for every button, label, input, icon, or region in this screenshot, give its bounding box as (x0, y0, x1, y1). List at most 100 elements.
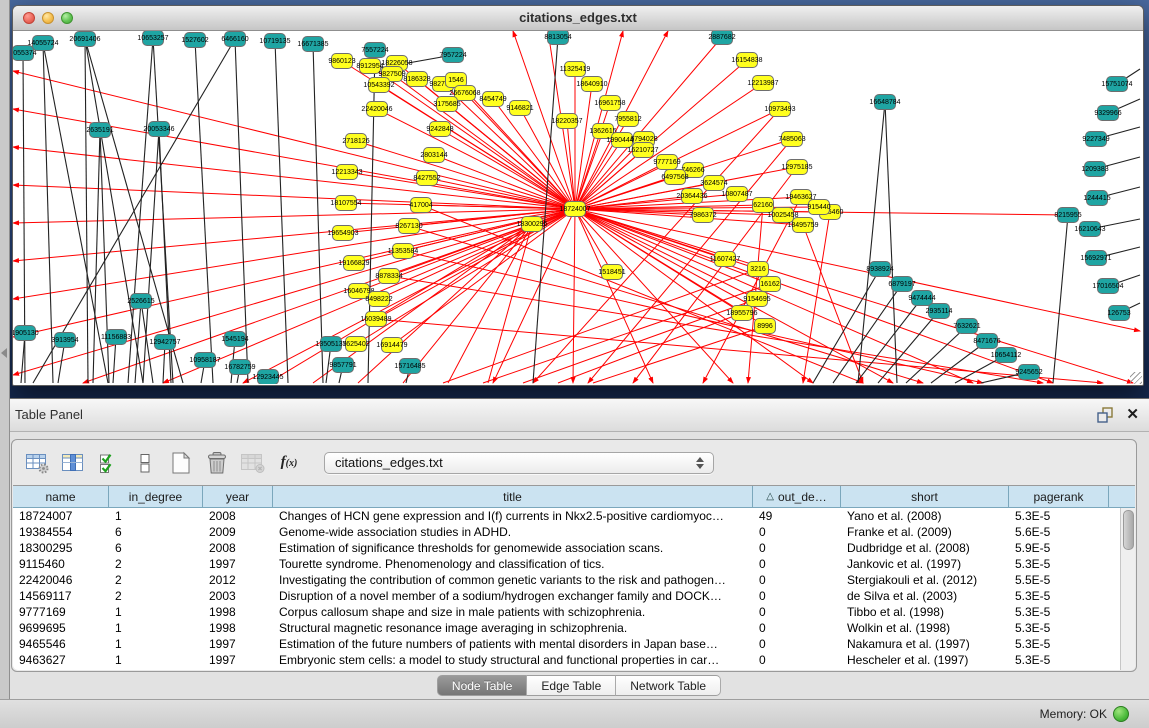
scrollbar-thumb[interactable] (1123, 510, 1134, 550)
graph-node-teal[interactable]: 11156883 (101, 330, 131, 345)
graph-node-teal[interactable]: 126753 (1107, 306, 1130, 321)
table-settings-icon[interactable] (22, 449, 52, 477)
graph-node-yellow[interactable]: 19166829 (338, 256, 369, 271)
clear-row-selection-icon[interactable] (130, 449, 160, 477)
table-row[interactable]: 911546021997Tourette syndrome. Phenomeno… (13, 556, 1135, 572)
graph-node-yellow[interactable]: 11325419 (560, 62, 591, 77)
graph-node-yellow[interactable]: 9146821 (506, 101, 533, 116)
table-selector-dropdown[interactable]: citations_edges.txt (324, 452, 714, 474)
graph-node-yellow[interactable]: 62160 (753, 198, 774, 213)
graph-node-yellow[interactable]: 16961758 (594, 96, 625, 111)
graph-node-yellow[interactable]: 7986372 (689, 208, 716, 223)
column-header-indeg[interactable]: in_degree (109, 486, 203, 507)
graph-node-teal[interactable]: 16648784 (869, 95, 900, 110)
graph-node-teal[interactable]: 2635191 (86, 123, 113, 138)
graph-node-teal[interactable]: 6466160 (221, 32, 248, 47)
graph-node-yellow[interactable]: 18220357 (551, 114, 582, 129)
column-header-outdeg[interactable]: △out_de… (753, 486, 841, 507)
graph-node-teal[interactable]: 9245652 (1015, 365, 1042, 380)
graph-node-teal[interactable]: 16671385 (297, 37, 328, 52)
graph-node-yellow[interactable]: 11607427 (710, 252, 741, 267)
graph-node-yellow[interactable]: 8186328 (403, 72, 430, 87)
graph-node-teal[interactable]: 2887682 (708, 31, 735, 45)
graph-node-teal[interactable]: 7632621 (953, 319, 980, 334)
graph-node-teal[interactable]: 2935114 (926, 304, 953, 319)
graph-node-yellow[interactable]: 6497568 (661, 170, 688, 185)
graph-node-yellow[interactable]: 16154838 (731, 53, 762, 68)
graph-node-teal[interactable]: 15692971 (1080, 251, 1111, 266)
memory-indicator-icon[interactable] (1113, 706, 1129, 722)
delete-rows-icon[interactable] (202, 449, 232, 477)
function-builder-icon[interactable]: f(x) (274, 449, 304, 477)
table-row[interactable]: 1938455462009Genome-wide association stu… (13, 524, 1135, 540)
graph-node-yellow[interactable]: 2718126 (342, 134, 369, 149)
close-panel-icon[interactable]: ✕ (1126, 405, 1139, 423)
graph-node-teal[interactable]: 2526615 (127, 294, 154, 309)
select-all-rows-icon[interactable] (94, 449, 124, 477)
table-row[interactable]: 946362711997Embryonic stem cells: a mode… (13, 652, 1135, 668)
graph-node-yellow[interactable]: 12975185 (781, 160, 812, 175)
column-header-short[interactable]: short (841, 486, 1009, 507)
float-panel-icon[interactable] (1097, 407, 1113, 423)
graph-node-yellow[interactable]: 18107554 (330, 196, 361, 211)
graph-node-yellow[interactable]: 3624574 (700, 176, 727, 191)
graph-node-teal[interactable]: 1527602 (181, 33, 208, 48)
network-window[interactable]: citations_edges.txt 98601238912954182260… (12, 5, 1144, 386)
graph-node-teal[interactable]: 17016504 (1092, 279, 1123, 294)
graph-node-teal[interactable]: 1545194 (221, 332, 248, 347)
graph-node-teal[interactable]: 20691406 (69, 32, 100, 47)
graph-node-yellow[interactable]: 8454749 (479, 92, 506, 107)
graph-node-yellow[interactable]: 9154695 (743, 292, 770, 307)
tab-node-table[interactable]: Node Table (437, 675, 528, 696)
graph-node-yellow[interactable]: 8878334 (375, 269, 402, 284)
graph-node-yellow[interactable]: 9777169 (653, 155, 680, 170)
table-row[interactable]: 2242004622012Investigating the contribut… (13, 572, 1135, 588)
column-header-pr[interactable]: pagerank (1009, 486, 1109, 507)
graph-node-yellow[interactable]: 20364436 (676, 189, 707, 204)
graph-node-yellow[interactable]: 7485063 (778, 132, 805, 147)
graph-node-teal[interactable]: 12942757 (149, 335, 180, 350)
graph-node-teal[interactable]: 10653257 (137, 31, 168, 46)
graph-node-yellow[interactable]: 2803144 (420, 148, 447, 163)
network-canvas[interactable]: 9860123891295418226058982750981863289827… (13, 31, 1143, 385)
graph-node-yellow[interactable]: 8427552 (413, 171, 440, 186)
graph-node-teal[interactable]: 8471676 (973, 334, 1000, 349)
graph-node-yellow[interactable]: 8498222 (365, 292, 392, 307)
network-svg[interactable]: 9860123891295418226058982750981863289827… (13, 31, 1141, 384)
graph-node-yellow[interactable]: 16914479 (376, 338, 407, 353)
graph-node-teal[interactable]: 9329966 (1094, 106, 1121, 121)
graph-node-teal[interactable]: 16210643 (1074, 222, 1105, 237)
graph-node-yellow[interactable]: 9860123 (328, 54, 355, 69)
graph-node-teal[interactable]: 1209383 (1081, 162, 1108, 177)
graph-node-teal[interactable]: 3913954 (51, 333, 78, 348)
table-scrollbar[interactable] (1120, 508, 1135, 670)
table-row[interactable]: 1830029562008Estimation of significance … (13, 540, 1135, 556)
panel-collapse-handle[interactable] (1, 348, 7, 358)
column-header-title[interactable]: title (273, 486, 753, 507)
graph-node-teal[interactable]: 12923445 (252, 370, 283, 385)
show-columns-icon[interactable] (58, 449, 88, 477)
table-row[interactable]: 1456911722003Disruption of a novel membe… (13, 588, 1135, 604)
graph-node-teal[interactable]: 10958187 (189, 353, 220, 368)
tab-edge-table[interactable]: Edge Table (527, 675, 616, 696)
new-file-icon[interactable] (166, 449, 196, 477)
table-row[interactable]: 946554611997Estimation of the future num… (13, 636, 1135, 652)
graph-node-teal[interactable]: 9227349 (1082, 132, 1109, 147)
graph-node-teal[interactable]: 1244415 (1083, 191, 1110, 206)
graph-node-yellow[interactable]: 12213987 (747, 76, 778, 91)
graph-node-yellow[interactable]: 1518451 (598, 265, 625, 280)
graph-node-teal[interactable]: 8215955 (1054, 208, 1081, 223)
graph-node-yellow[interactable]: 19654903 (327, 226, 358, 241)
graph-node-yellow[interactable]: 915440 (807, 200, 830, 215)
graph-node-teal[interactable]: 7557224 (361, 43, 388, 58)
table-row[interactable]: 977716911998Corpus callosum shape and si… (13, 604, 1135, 620)
graph-node-yellow[interactable]: 3175685 (433, 97, 460, 112)
graph-node-yellow[interactable]: 8267130 (395, 219, 422, 234)
column-header-year[interactable]: year (203, 486, 273, 507)
delete-table-icon[interactable] (238, 449, 268, 477)
column-header-name[interactable]: name (13, 486, 109, 507)
tab-network-table[interactable]: Network Table (616, 675, 721, 696)
graph-node-yellow[interactable]: 18640910 (576, 77, 607, 92)
graph-node-teal[interactable]: 10719135 (259, 34, 290, 49)
resize-grip[interactable] (1130, 372, 1142, 384)
